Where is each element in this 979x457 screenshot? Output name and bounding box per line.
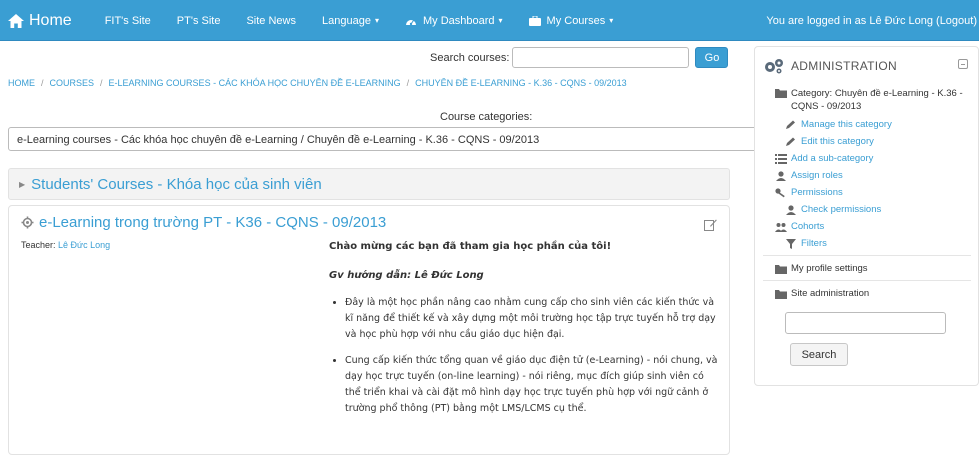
breadcrumb-home[interactable]: HOME xyxy=(8,78,35,88)
nav-item-label: PT's Site xyxy=(176,14,221,27)
admin-site-administration[interactable]: Site administration xyxy=(775,288,971,299)
check-permissions-link[interactable]: Check permissions xyxy=(801,204,881,215)
admin-header: ADMINISTRATION xyxy=(763,57,897,75)
briefcase-icon xyxy=(528,15,541,26)
pencil-icon xyxy=(786,137,795,146)
admin-profile-settings[interactable]: My profile settings xyxy=(775,263,971,274)
chevron-down-icon: ▾ xyxy=(374,16,379,25)
nav-home-link[interactable]: Home xyxy=(8,0,72,41)
gears-icon xyxy=(765,59,783,74)
folder-icon xyxy=(775,89,787,98)
admin-category-text: Category: Chuyên đề e-Learning - K.36 - … xyxy=(791,88,963,112)
course-title-link[interactable]: e-Learning trong trường PT - K36 - CQNS … xyxy=(39,214,386,231)
breadcrumb-current-category[interactable]: CHUYÊN ĐỀ E-LEARNING - K.36 - CQNS - 09/… xyxy=(415,78,627,88)
course-summary-list: Đây là một học phần nâng cao nhằm cung c… xyxy=(329,295,719,417)
nav-item-pts-site[interactable]: PT's Site xyxy=(164,0,234,41)
filter-icon xyxy=(786,239,796,249)
breadcrumb-courses[interactable]: COURSES xyxy=(50,78,95,88)
profile-settings-label[interactable]: My profile settings xyxy=(791,263,868,274)
user-icon xyxy=(786,205,796,215)
course-summary: Chào mừng các bạn đã tham gia học phần c… xyxy=(329,241,719,427)
divider xyxy=(763,280,971,281)
expand-triangle-icon: ▶ xyxy=(19,179,26,189)
admin-permissions[interactable]: Permissions xyxy=(775,187,971,198)
users-icon xyxy=(775,223,787,232)
admin-assign-roles[interactable]: Assign roles xyxy=(775,170,971,181)
nav-item-my-dashboard[interactable]: My Dashboard ▾ xyxy=(392,0,516,41)
admin-filters[interactable]: Filters xyxy=(775,238,971,249)
course-icon xyxy=(21,216,34,229)
nav-item-label: FIT's Site xyxy=(104,14,151,27)
chevron-down-icon: ▾ xyxy=(609,16,614,25)
nav-item-my-courses[interactable]: My Courses ▾ xyxy=(516,0,627,41)
list-item: Cung cấp kiến thức tổng quan về giáo dục… xyxy=(345,353,719,417)
folder-icon xyxy=(775,290,787,299)
site-administration-label[interactable]: Site administration xyxy=(791,288,869,299)
admin-category-item: Category: Chuyên đề e-Learning - K.36 - … xyxy=(775,87,971,113)
nav-item-site-news[interactable]: Site News xyxy=(233,0,309,41)
pencil-icon xyxy=(786,120,795,129)
user-icon xyxy=(776,171,786,181)
course-guide-text: Gv hướng dẫn: Lê Đức Long xyxy=(329,270,484,281)
administration-block: ADMINISTRATION Category: Chuyên đề e-Lea… xyxy=(754,46,979,386)
assign-roles-link[interactable]: Assign roles xyxy=(791,170,843,181)
breadcrumb-separator: / xyxy=(41,78,44,88)
course-categories-label: Course categories: xyxy=(440,111,533,123)
breadcrumb-separator: / xyxy=(100,78,103,88)
admin-check-permissions[interactable]: Check permissions xyxy=(775,204,971,215)
course-title-row: e-Learning trong trường PT - K36 - CQNS … xyxy=(21,214,386,231)
course-categories-select[interactable]: e-Learning courses - Các khóa học chuyên… xyxy=(8,127,768,151)
nav-item-language[interactable]: Language ▾ xyxy=(309,0,392,41)
divider xyxy=(763,255,971,256)
home-icon xyxy=(8,13,24,28)
nav-item-label: My Dashboard xyxy=(422,14,495,27)
login-info[interactable]: You are logged in as Lê Đức Long (Logout… xyxy=(766,0,977,41)
edit-icon[interactable] xyxy=(704,218,717,231)
go-button[interactable]: Go xyxy=(695,47,729,68)
course-welcome-text: Chào mừng các bạn đã tham gia học phần c… xyxy=(329,241,612,252)
course-teacher: Teacher: Lê Đức Long xyxy=(21,240,110,250)
admin-search-button[interactable]: Search xyxy=(790,343,848,366)
course-search: Search courses: Go xyxy=(430,47,729,68)
nav-home-label: Home xyxy=(29,11,72,29)
admin-cohorts[interactable]: Cohorts xyxy=(775,221,971,232)
admin-manage-category[interactable]: Manage this category xyxy=(775,119,971,130)
collapse-icon[interactable] xyxy=(958,59,968,69)
manage-category-link[interactable]: Manage this category xyxy=(801,119,892,130)
breadcrumb: HOME / COURSES / E-LEARNING COURSES - CÁ… xyxy=(8,78,627,88)
nav-item-label: Language xyxy=(322,14,371,27)
cohorts-link[interactable]: Cohorts xyxy=(791,221,824,232)
chevron-down-icon: ▾ xyxy=(498,16,503,25)
students-courses-title[interactable]: Students' Courses - Khóa học của sinh vi… xyxy=(31,176,322,193)
filters-link[interactable]: Filters xyxy=(801,238,827,249)
edit-category-link[interactable]: Edit this category xyxy=(801,136,874,147)
breadcrumb-separator: / xyxy=(406,78,410,88)
admin-title: ADMINISTRATION xyxy=(791,59,897,73)
admin-add-subcategory[interactable]: Add a sub-category xyxy=(775,153,971,164)
teacher-label: Teacher: xyxy=(21,240,56,250)
top-navbar: Home FIT's Site PT's Site Site News Lang… xyxy=(0,0,979,41)
permissions-link[interactable]: Permissions xyxy=(791,187,843,198)
admin-search-input[interactable] xyxy=(785,312,946,334)
nav-item-fits-site[interactable]: FIT's Site xyxy=(92,0,164,41)
search-courses-input[interactable] xyxy=(512,47,690,68)
teacher-name-link[interactable]: Lê Đức Long xyxy=(58,240,110,250)
key-icon xyxy=(775,188,785,198)
nav-item-label: Site News xyxy=(246,14,296,27)
search-courses-label: Search courses: xyxy=(430,51,510,64)
list-item: Đây là một học phần nâng cao nhằm cung c… xyxy=(345,295,719,343)
students-courses-section[interactable]: ▶ Students' Courses - Khóa học của sinh … xyxy=(8,168,730,200)
list-icon xyxy=(775,154,787,164)
admin-tree: Category: Chuyên đề e-Learning - K.36 - … xyxy=(763,87,971,305)
nav-item-label: My Courses xyxy=(546,14,606,27)
dashboard-icon xyxy=(405,19,416,25)
course-box: e-Learning trong trường PT - K36 - CQNS … xyxy=(8,205,730,455)
folder-icon xyxy=(775,265,787,274)
breadcrumb-elearning-courses[interactable]: E-LEARNING COURSES - CÁC KHÓA HỌC CHUYÊN… xyxy=(109,78,401,88)
admin-edit-category[interactable]: Edit this category xyxy=(775,136,971,147)
add-subcategory-link[interactable]: Add a sub-category xyxy=(791,153,873,164)
